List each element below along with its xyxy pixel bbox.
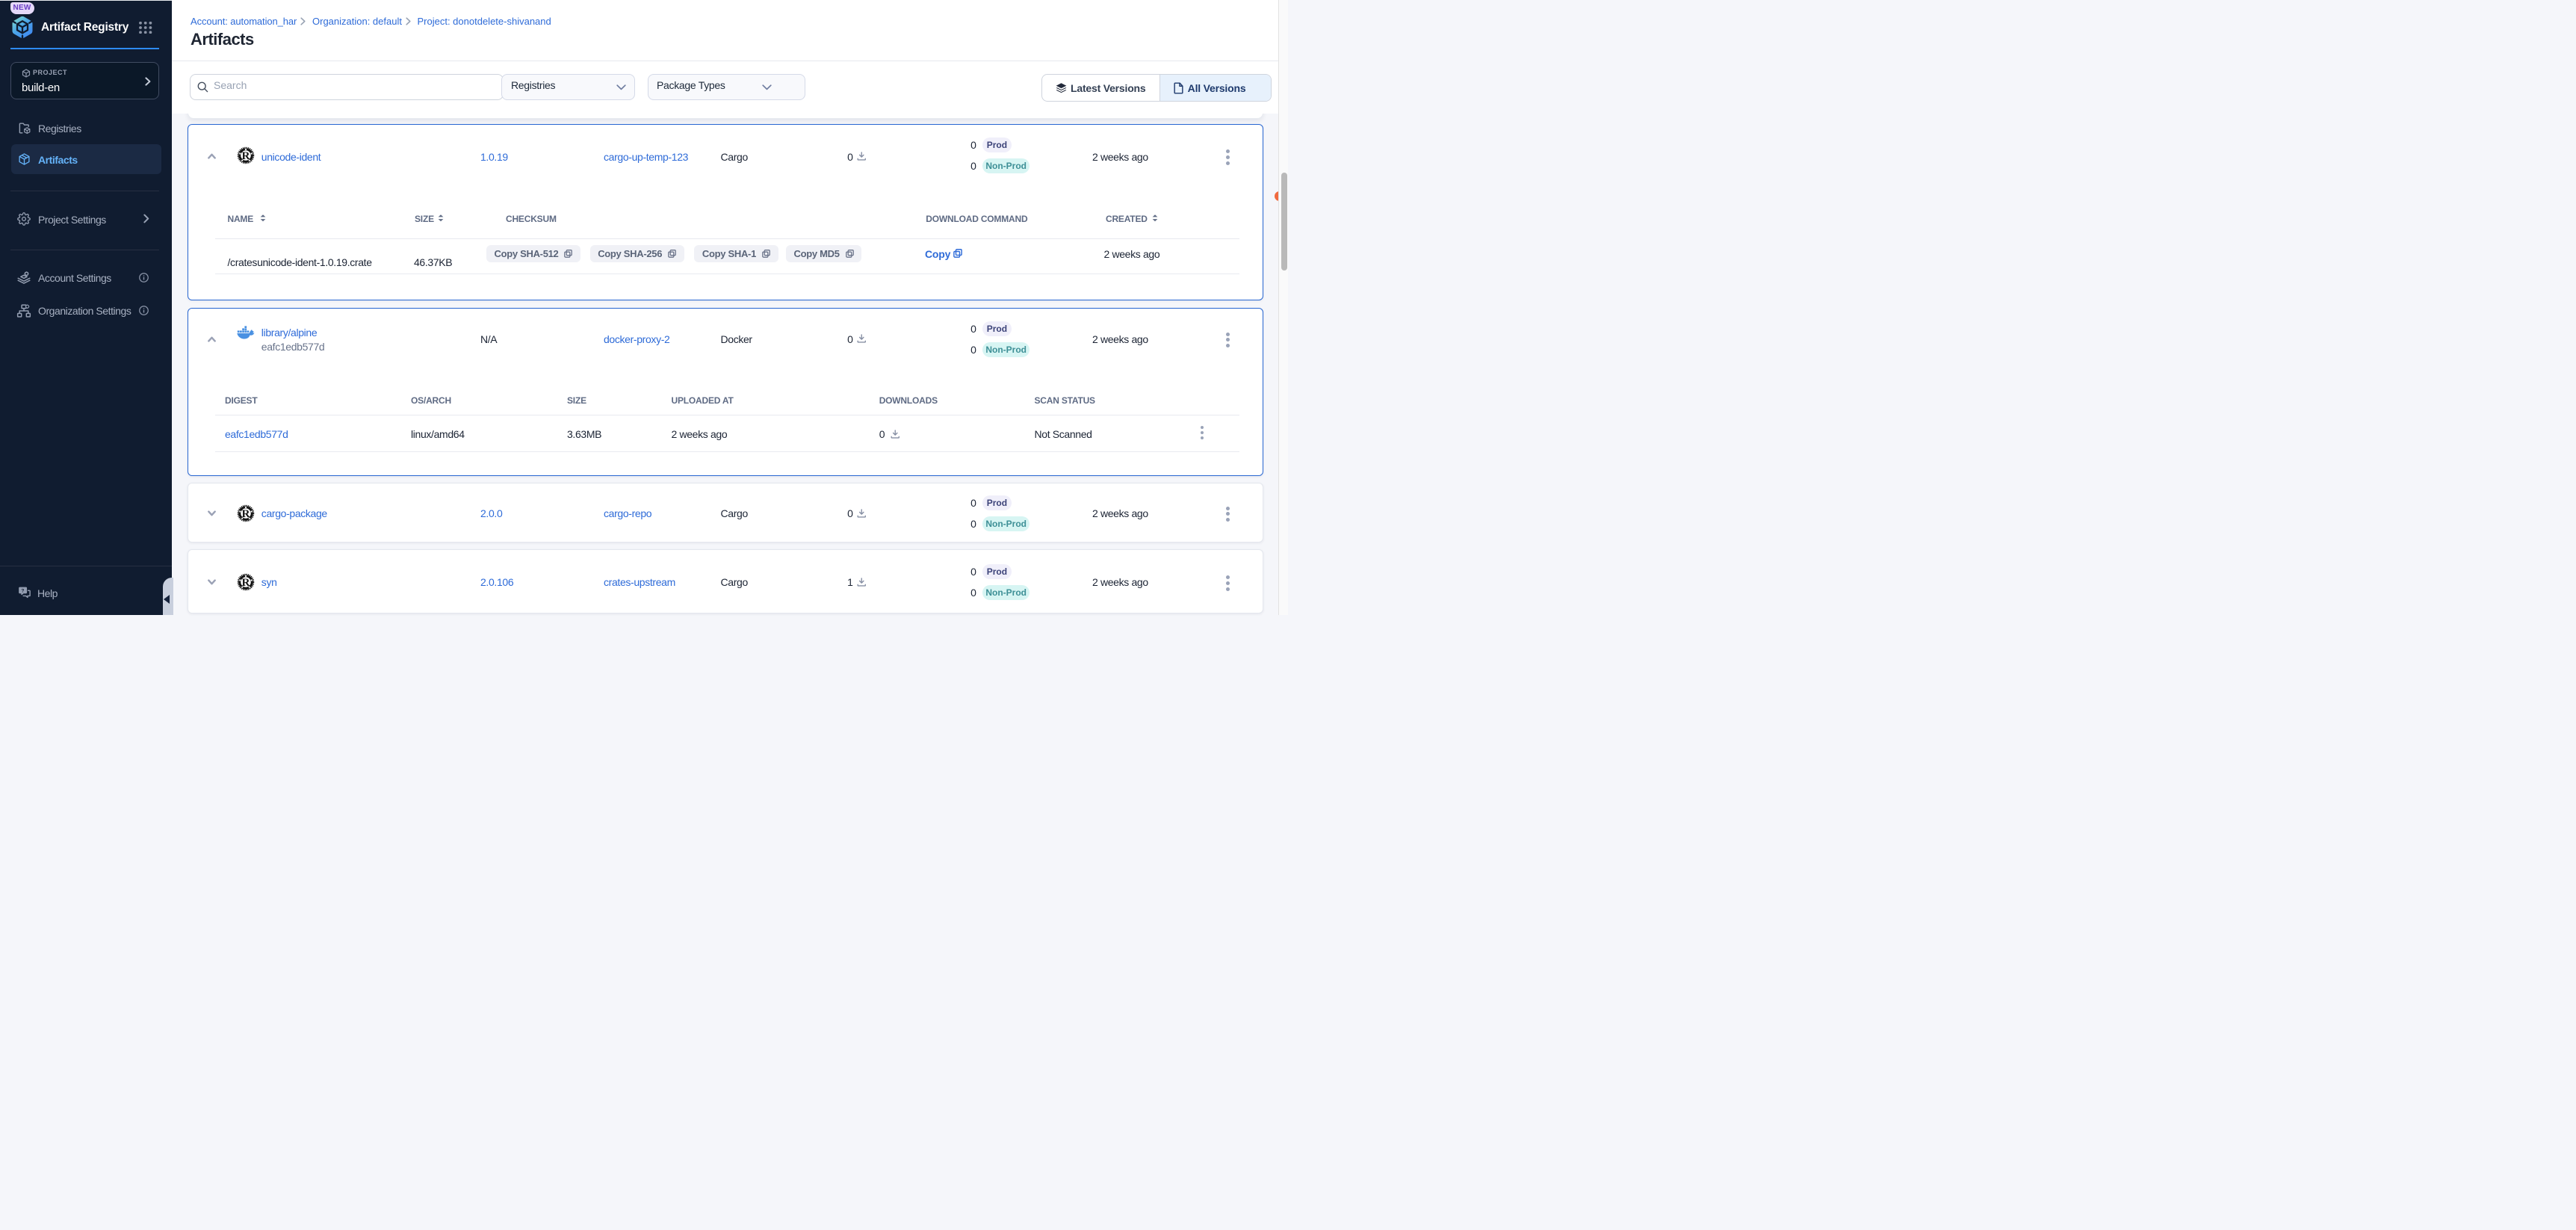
svg-text:?: ?: [21, 588, 24, 593]
